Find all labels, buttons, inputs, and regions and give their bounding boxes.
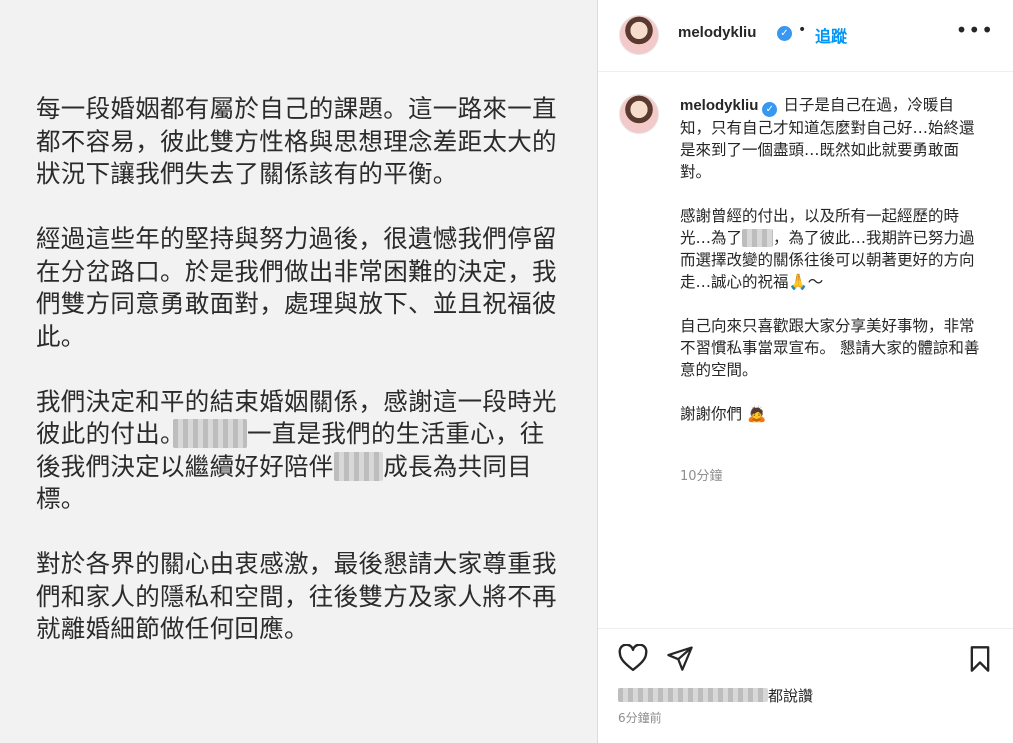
image-paragraph-2: 經過這些年的堅持與努力過後，很遺憾我們停留在分岔路口。於是我們做出非常困難的決定…	[36, 224, 557, 351]
verified-badge-icon: ✓	[762, 102, 778, 117]
post-image-text: 每一段婚姻都有屬於自己的課題。這一路來一直都不容易，彼此雙方性格與思想理念差距太…	[36, 93, 566, 678]
blurred-name	[333, 451, 384, 481]
caption-username[interactable]: melodykliu	[680, 97, 758, 114]
blurred-likers	[618, 688, 768, 702]
caption-section: melodykliu ✓ 日子是自己在過，冷暖自知，只有自己才知道怎麼對自己好…始終…	[598, 72, 1013, 627]
blurred-name	[172, 419, 247, 448]
caption-paragraph-2: 感謝曾經的付出，以及所有一起經歷的時光…為了 ，為了彼此…我期許已努力過而選擇改…	[680, 207, 975, 291]
send-icon[interactable]	[666, 644, 694, 676]
caption-paragraph-3: 自己向來只喜歡跟大家分享美好事物，非常不習慣私事當眾宣布。 懇請大家的體諒和善意…	[680, 317, 980, 379]
action-bar: 都說讚 6分鐘前	[598, 628, 1013, 743]
image-paragraph-4: 對於各界的關心由衷感激，最後懇請大家尊重我們和家人的隱私和空間，往後雙方及家人將…	[36, 549, 557, 643]
image-paragraph-1: 每一段婚姻都有屬於自己的課題。這一路來一直都不容易，彼此雙方性格與思想理念差距太…	[36, 94, 557, 188]
caption-paragraph-4: 謝謝你們 🙇	[680, 405, 767, 423]
post-header: melodykliu ✓ • 追蹤 •••	[598, 0, 1013, 72]
likes-summary[interactable]: 都說讚	[618, 685, 813, 706]
follow-button[interactable]: 追蹤	[815, 23, 847, 47]
blurred-name	[742, 229, 774, 247]
more-options-icon[interactable]: •••	[956, 20, 994, 40]
posted-time[interactable]: 6分鐘前	[618, 709, 662, 726]
caption-avatar[interactable]	[619, 94, 659, 134]
header-username[interactable]: melodykliu	[678, 24, 756, 41]
verified-badge-icon: ✓	[777, 26, 792, 41]
heart-icon[interactable]	[618, 643, 648, 676]
caption-paragraph-1: melodykliu ✓ 日子是自己在過，冷暖自知，只有自己才知道怎麼對自己好…始終…	[680, 96, 975, 181]
post-sidebar: melodykliu ✓ • 追蹤 ••• melodykliu ✓ 日子是自己在過…	[597, 0, 1013, 743]
caption-time[interactable]: 10分鐘	[680, 465, 723, 484]
separator-dot: •	[798, 22, 807, 38]
profile-avatar[interactable]	[619, 15, 659, 55]
bookmark-icon[interactable]	[968, 645, 992, 677]
post-image: 每一段婚姻都有屬於自己的課題。這一路來一直都不容易，彼此雙方性格與思想理念差距太…	[0, 0, 597, 743]
image-paragraph-3: 我們決定和平的結束婚姻關係，感謝這一段時光彼此的付出。 一直是我們的生活重心，往…	[36, 386, 557, 514]
caption-text: melodykliu ✓ 日子是自己在過，冷暖自知，只有自己才知道怎麼對自己好…始終…	[680, 94, 980, 447]
bowing-emoji: 🙇	[746, 405, 767, 423]
